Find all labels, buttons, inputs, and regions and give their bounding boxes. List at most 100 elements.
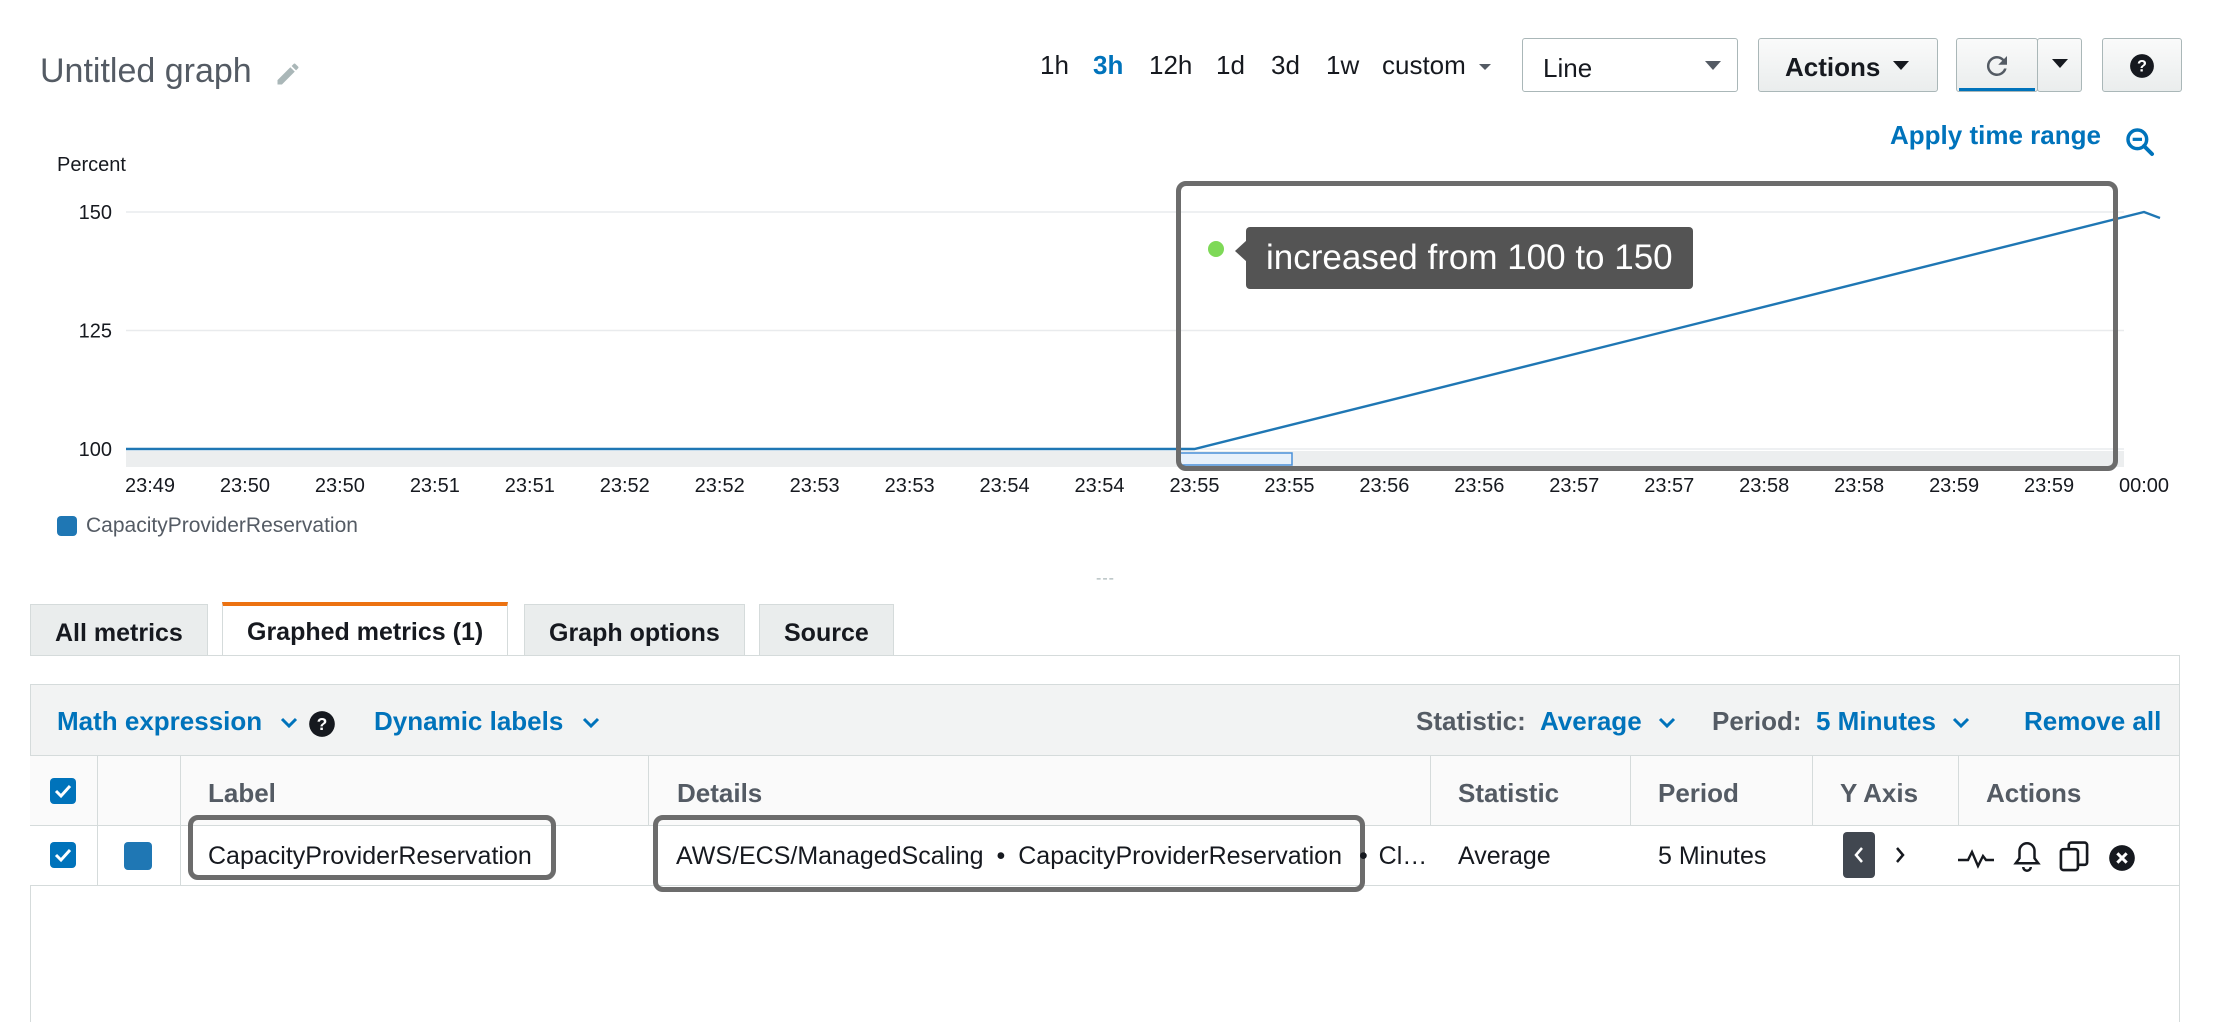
table-body-border bbox=[2179, 656, 2180, 1022]
statistic-value: Average bbox=[1540, 706, 1642, 736]
x-tick-label: 23:52 bbox=[600, 475, 650, 497]
math-help-icon[interactable]: ? bbox=[308, 710, 336, 738]
graph-title: Untitled graph bbox=[40, 52, 252, 90]
row-checkbox[interactable] bbox=[50, 842, 76, 868]
header-y-axis[interactable]: Y Axis bbox=[1840, 778, 1918, 809]
row-period[interactable]: 5 Minutes bbox=[1658, 842, 1766, 871]
x-tick-label: 23:57 bbox=[1644, 475, 1694, 497]
range-1w[interactable]: 1w bbox=[1326, 50, 1359, 81]
tab-all-metrics[interactable]: All metrics bbox=[30, 604, 208, 656]
chevron-down-icon bbox=[281, 717, 298, 729]
range-1h[interactable]: 1h bbox=[1040, 50, 1069, 81]
range-12h[interactable]: 12h bbox=[1149, 50, 1192, 81]
data-point-marker bbox=[1208, 241, 1224, 257]
x-tick-label: 23:55 bbox=[1264, 475, 1314, 497]
y-tick-label: 150 bbox=[79, 202, 112, 224]
zoom-out-icon[interactable] bbox=[2124, 126, 2156, 158]
refresh-options-button[interactable] bbox=[2037, 38, 2082, 92]
edit-pencil-icon[interactable] bbox=[274, 60, 302, 88]
chart-type-select[interactable]: Line bbox=[1522, 38, 1738, 92]
chart-type-value: Line bbox=[1543, 53, 1593, 83]
header-statistic[interactable]: Statistic bbox=[1458, 778, 1559, 809]
tab-source[interactable]: Source bbox=[759, 604, 894, 656]
tab-graph-options[interactable]: Graph options bbox=[524, 604, 745, 656]
actions-label: Actions bbox=[1785, 52, 1881, 82]
range-3d[interactable]: 3d bbox=[1271, 50, 1300, 81]
math-expression-dropdown[interactable]: Math expression bbox=[57, 706, 299, 737]
custom-label: custom bbox=[1382, 50, 1466, 80]
duplicate-icon[interactable] bbox=[2058, 840, 2090, 874]
y-axis-left-button[interactable] bbox=[1843, 832, 1875, 878]
header-actions[interactable]: Actions bbox=[1986, 778, 2081, 809]
period-value: 5 Minutes bbox=[1816, 706, 1936, 736]
bullet-separator: • bbox=[996, 842, 1006, 870]
chevron-down-icon bbox=[1658, 717, 1675, 729]
x-tick-label: 23:55 bbox=[1169, 475, 1219, 497]
bullet-separator: • bbox=[1358, 842, 1368, 870]
remove-all-link[interactable]: Remove all bbox=[2024, 706, 2161, 737]
range-custom[interactable]: custom bbox=[1382, 50, 1492, 81]
actions-caret-icon bbox=[1893, 61, 1909, 70]
remove-metric-icon[interactable] bbox=[2108, 844, 2136, 872]
x-tick-label: 23:53 bbox=[790, 475, 840, 497]
details-namespace: AWS/ECS/ManagedScaling bbox=[676, 842, 984, 870]
x-tick-label: 23:59 bbox=[2024, 475, 2074, 497]
x-tick-label: 23:49 bbox=[125, 475, 175, 497]
x-tick-label: 23:56 bbox=[1454, 475, 1504, 497]
chevron-down-icon bbox=[582, 717, 599, 729]
tab-graphed-metrics[interactable]: Graphed metrics (1) bbox=[222, 602, 509, 656]
series-color-swatch[interactable] bbox=[124, 842, 152, 870]
header-details[interactable]: Details bbox=[677, 778, 762, 809]
x-tick-label: 00:00 bbox=[2119, 475, 2169, 497]
svg-text:?: ? bbox=[2137, 57, 2147, 75]
refresh-icon bbox=[1986, 55, 2007, 76]
annotation-tooltip: increased from 100 to 150 bbox=[1246, 227, 1693, 289]
checkmark-icon bbox=[54, 784, 72, 799]
x-tick-label: 23:54 bbox=[1074, 475, 1124, 497]
help-button[interactable]: ? bbox=[2102, 38, 2182, 92]
chevron-down-icon bbox=[1705, 61, 1721, 70]
row-statistic[interactable]: Average bbox=[1458, 842, 1551, 871]
svg-text:?: ? bbox=[317, 714, 328, 734]
chevron-right-icon bbox=[1896, 847, 1905, 863]
y-tick-label: 100 bbox=[79, 439, 112, 461]
range-3h[interactable]: 3h bbox=[1093, 50, 1123, 81]
x-tick-label: 23:58 bbox=[1739, 475, 1789, 497]
legend-label[interactable]: CapacityProviderReservation bbox=[86, 514, 358, 538]
statistic-dropdown[interactable]: Average bbox=[1540, 706, 1677, 737]
range-1d[interactable]: 1d bbox=[1216, 50, 1245, 81]
apply-time-range-link[interactable]: Apply time range bbox=[1890, 120, 2101, 151]
x-tick-label: 23:50 bbox=[315, 475, 365, 497]
question-icon: ? bbox=[2130, 54, 2154, 78]
col-divider bbox=[1630, 756, 1631, 826]
x-tick-label: 23:51 bbox=[410, 475, 460, 497]
chevron-left-icon bbox=[1854, 847, 1863, 863]
dynamic-labels-dropdown[interactable]: Dynamic labels bbox=[374, 706, 601, 737]
header-label[interactable]: Label bbox=[208, 778, 276, 809]
actions-button[interactable]: Actions bbox=[1758, 38, 1938, 92]
y-tick-label: 125 bbox=[79, 321, 112, 343]
dynamic-labels-label: Dynamic labels bbox=[374, 706, 564, 736]
period-label: Period: bbox=[1712, 706, 1802, 736]
statistic-label: Statistic: bbox=[1416, 706, 1526, 736]
anomaly-detection-icon[interactable] bbox=[1956, 842, 1996, 874]
math-expression-label: Math expression bbox=[57, 706, 263, 736]
row-details: AWS/ECS/ManagedScaling • CapacityProvide… bbox=[676, 842, 1427, 871]
x-tick-label: 23:56 bbox=[1359, 475, 1409, 497]
y-axis-right-button[interactable] bbox=[1884, 832, 1916, 878]
header-period[interactable]: Period bbox=[1658, 778, 1739, 809]
details-rest: Cl… bbox=[1378, 842, 1428, 870]
refresh-caret-icon bbox=[2052, 59, 2068, 68]
col-divider bbox=[1812, 756, 1813, 826]
select-all-checkbox[interactable] bbox=[50, 778, 76, 804]
tab-divider bbox=[30, 655, 2180, 656]
custom-caret-icon bbox=[1479, 64, 1492, 71]
panel-splitter[interactable]: --- bbox=[1096, 570, 1115, 588]
refresh-button[interactable] bbox=[1956, 38, 2038, 92]
details-metric: CapacityProviderReservation bbox=[1018, 842, 1342, 870]
period-dropdown[interactable]: 5 Minutes bbox=[1816, 706, 1971, 737]
col-divider bbox=[648, 756, 649, 826]
row-label[interactable]: CapacityProviderReservation bbox=[208, 842, 532, 871]
x-tick-label: 23:50 bbox=[220, 475, 270, 497]
bell-alarm-icon[interactable] bbox=[2012, 840, 2042, 874]
